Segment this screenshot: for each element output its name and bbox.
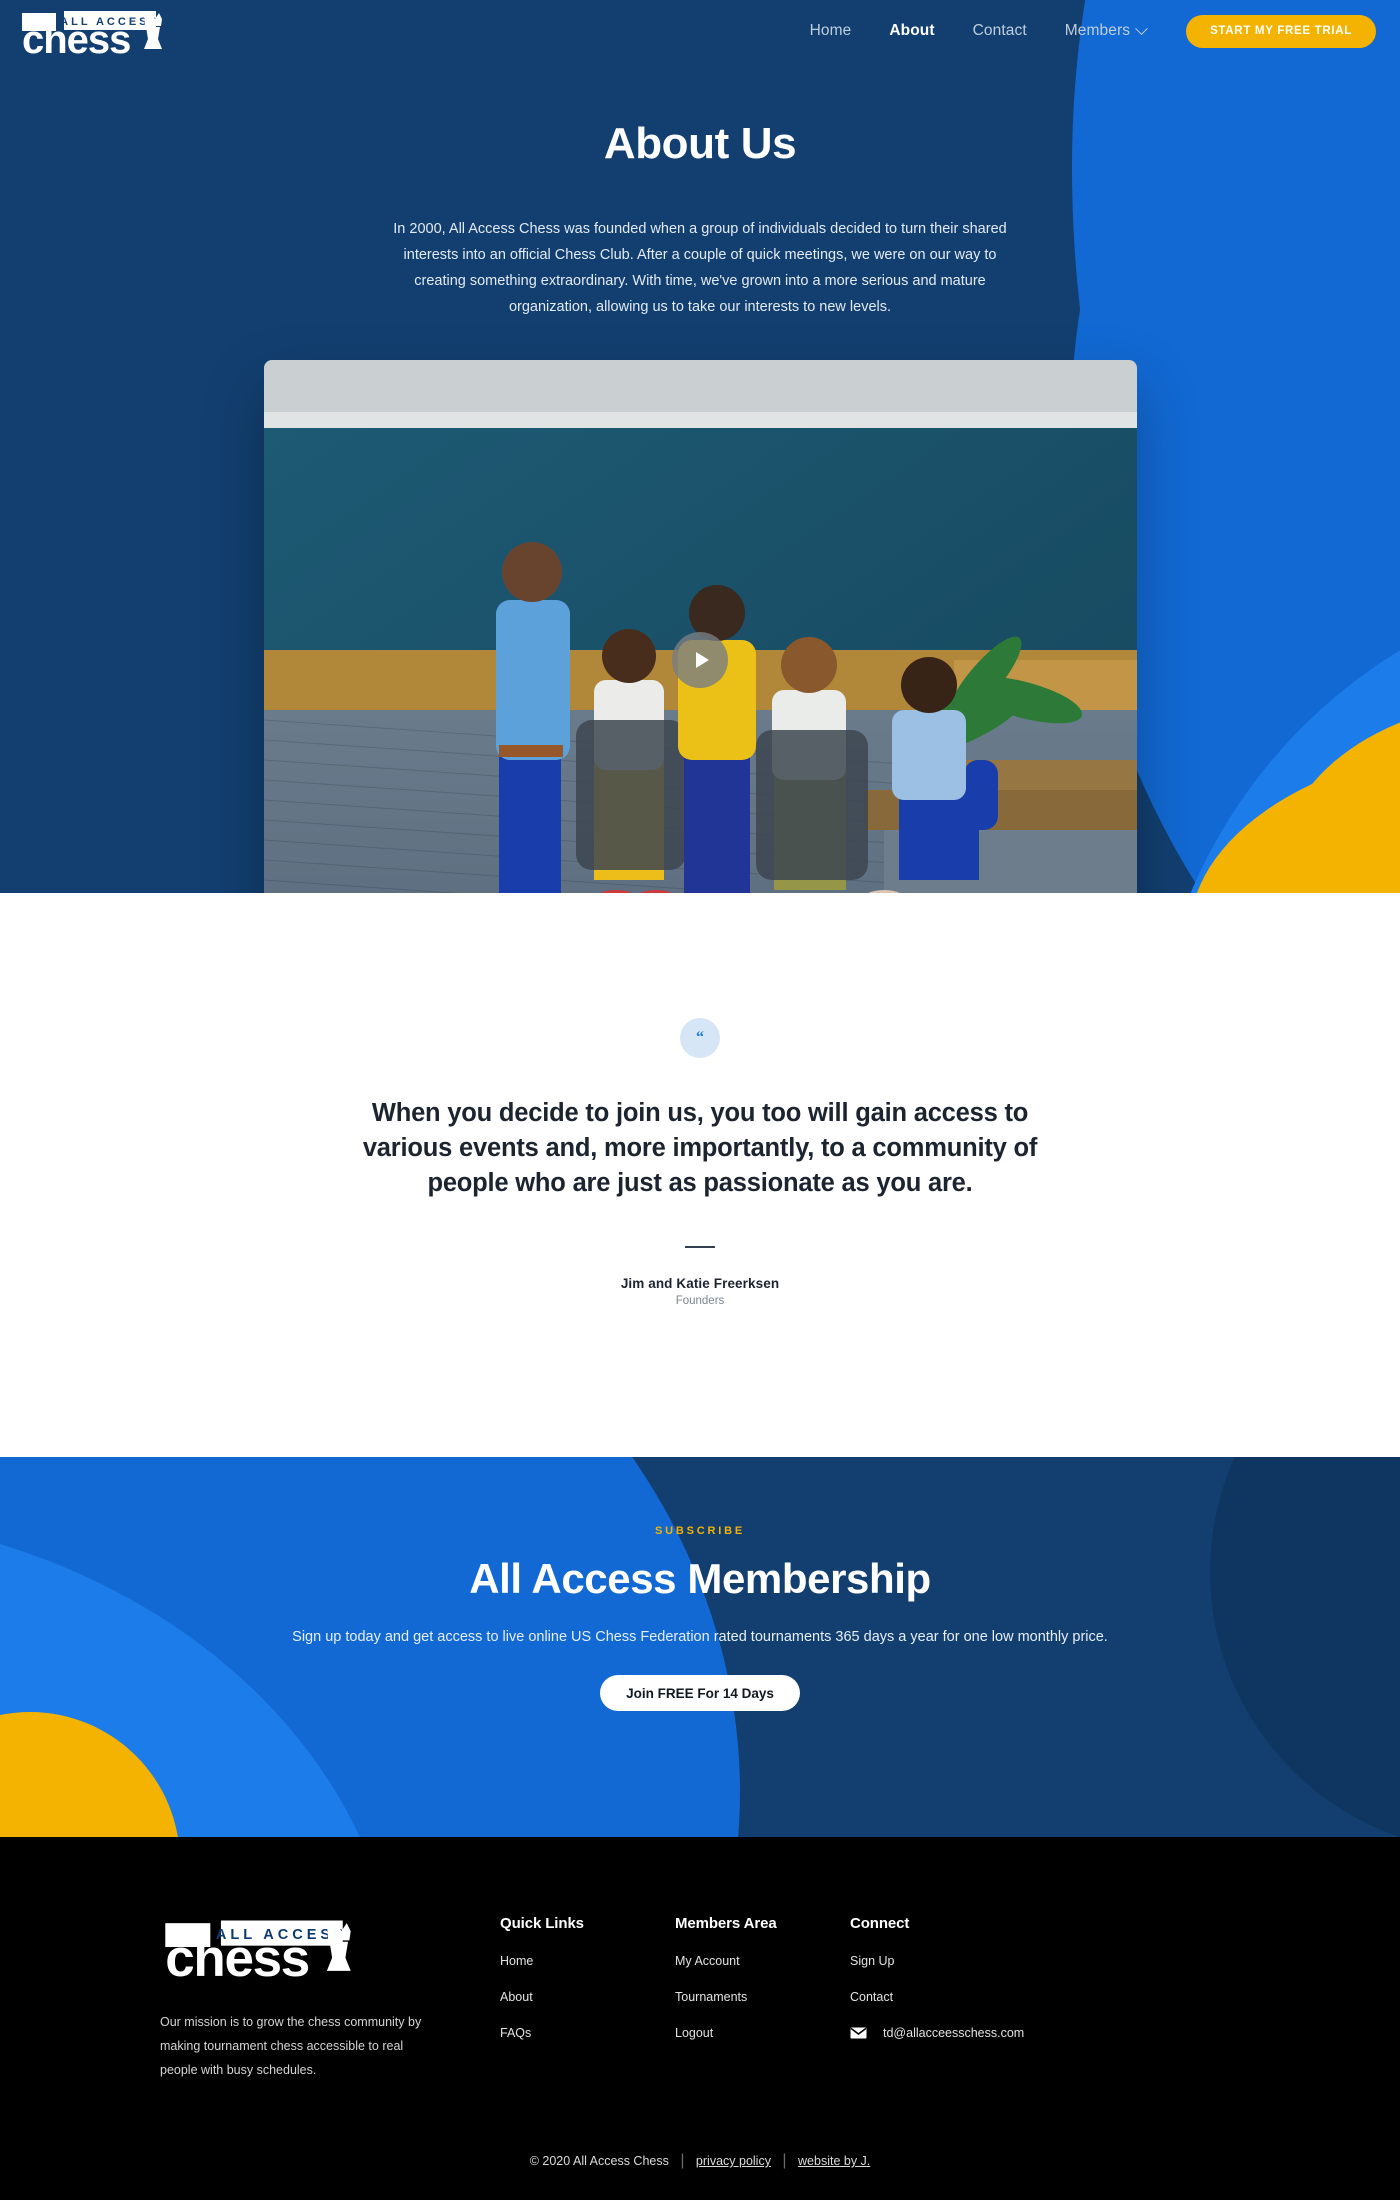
footer-link-faqs[interactable]: FAQs — [500, 2026, 675, 2040]
footer-link-my-account[interactable]: My Account — [675, 1954, 850, 1968]
separator: | — [782, 2152, 787, 2169]
footer-column-quick-links: Quick Links Home About FAQs — [500, 1915, 675, 2062]
testimonial-role: Founders — [675, 1295, 725, 1307]
testimonial-quote: When you decide to join us, you too will… — [362, 1099, 1038, 1197]
svg-text:chess: chess — [165, 1929, 309, 1979]
footer-column-connect: Connect Sign Up Contact td@allacceessche… — [850, 1915, 1050, 2040]
footer-email-link[interactable]: td@allacceesschess.com — [883, 2026, 1024, 2040]
video-card[interactable] — [263, 359, 1137, 893]
footer-link-logout[interactable]: Logout — [675, 2026, 850, 2040]
nav-item-members-label: Members — [1064, 22, 1131, 39]
subscribe-content: SUBSCRIBE All Access Membership Sign up … — [0, 1457, 1400, 1711]
site-logo[interactable]: ALL ACCESS chess — [18, 7, 166, 55]
video-thumbnail-image — [263, 359, 1137, 893]
footer-brand: ALL ACCESS chess Our mission is to grow … — [160, 1915, 500, 2082]
footer-column-title: Members Area — [675, 1915, 777, 1932]
nav-item-contact[interactable]: Contact — [954, 22, 1046, 40]
footer-column-members-area: Members Area My Account Tournaments Logo… — [675, 1915, 850, 2062]
svg-text:chess: chess — [22, 18, 130, 55]
main-navigation: Home About Contact Members START MY FREE… — [791, 14, 1376, 48]
privacy-policy-link[interactable]: privacy policy — [696, 2154, 771, 2168]
footer-bottom-bar: © 2020 All Access Chess | privacy policy… — [0, 2126, 1400, 2200]
site-header: ALL ACCESS chess Home About Contact Memb… — [0, 0, 1400, 62]
footer-logo[interactable]: ALL ACCESS chess — [160, 1915, 440, 1988]
play-triangle-icon — [695, 651, 709, 668]
envelope-icon — [850, 2027, 867, 2039]
quote-mark-icon: “ — [680, 1018, 720, 1058]
testimonial-section: “ When you decide to join us, you too wi… — [0, 893, 1400, 1457]
subscribe-section: SUBSCRIBE All Access Membership Sign up … — [0, 1457, 1400, 1837]
subscribe-paragraph: Sign up today and get access to live onl… — [292, 1629, 1108, 1645]
hero-content: About Us In 2000, All Access Chess was f… — [0, 62, 1400, 893]
footer-column-title: Connect — [850, 1915, 910, 1932]
all-access-chess-logo-icon: ALL ACCESS chess — [22, 11, 162, 55]
footer-link-contact[interactable]: Contact — [850, 1990, 1050, 2004]
hero-section: ALL ACCESS chess Home About Contact Memb… — [0, 0, 1400, 893]
subscribe-title: All Access Membership — [469, 1555, 931, 1602]
play-button[interactable] — [672, 631, 728, 688]
site-footer: ALL ACCESS chess Our mission is to grow … — [0, 1837, 1400, 2200]
footer-link-sign-up[interactable]: Sign Up — [850, 1954, 1050, 1968]
join-free-trial-button[interactable]: Join FREE For 14 Days — [600, 1675, 800, 1711]
nav-item-home[interactable]: Home — [791, 22, 871, 40]
subscribe-eyebrow: SUBSCRIBE — [655, 1525, 745, 1537]
start-free-trial-button[interactable]: START MY FREE TRIAL — [1186, 14, 1376, 48]
page-title: About Us — [603, 119, 797, 168]
footer-columns: ALL ACCESS chess Our mission is to grow … — [160, 1915, 1240, 2082]
testimonial-author: Jim and Katie Freerksen — [620, 1276, 780, 1291]
nav-item-about[interactable]: About — [870, 22, 953, 40]
footer-link-about[interactable]: About — [500, 1990, 675, 2004]
separator: | — [680, 2152, 685, 2169]
footer-column-title: Quick Links — [500, 1915, 584, 1932]
copyright-text: © 2020 All Access Chess — [529, 2154, 669, 2168]
website-credit-link[interactable]: website by J. — [798, 2154, 870, 2168]
nav-item-members[interactable]: Members — [1046, 21, 1158, 40]
all-access-chess-logo-icon: ALL ACCESS chess — [165, 1920, 351, 1988]
footer-email-row[interactable]: td@allacceesschess.com — [850, 2026, 1050, 2040]
divider — [685, 1246, 715, 1248]
footer-mission-text: Our mission is to grow the chess communi… — [160, 2015, 422, 2077]
chevron-down-icon — [1135, 21, 1148, 35]
footer-link-home[interactable]: Home — [500, 1954, 675, 1968]
footer-link-tournaments[interactable]: Tournaments — [675, 1990, 850, 2004]
hero-paragraph: In 2000, All Access Chess was founded wh… — [393, 220, 1007, 315]
